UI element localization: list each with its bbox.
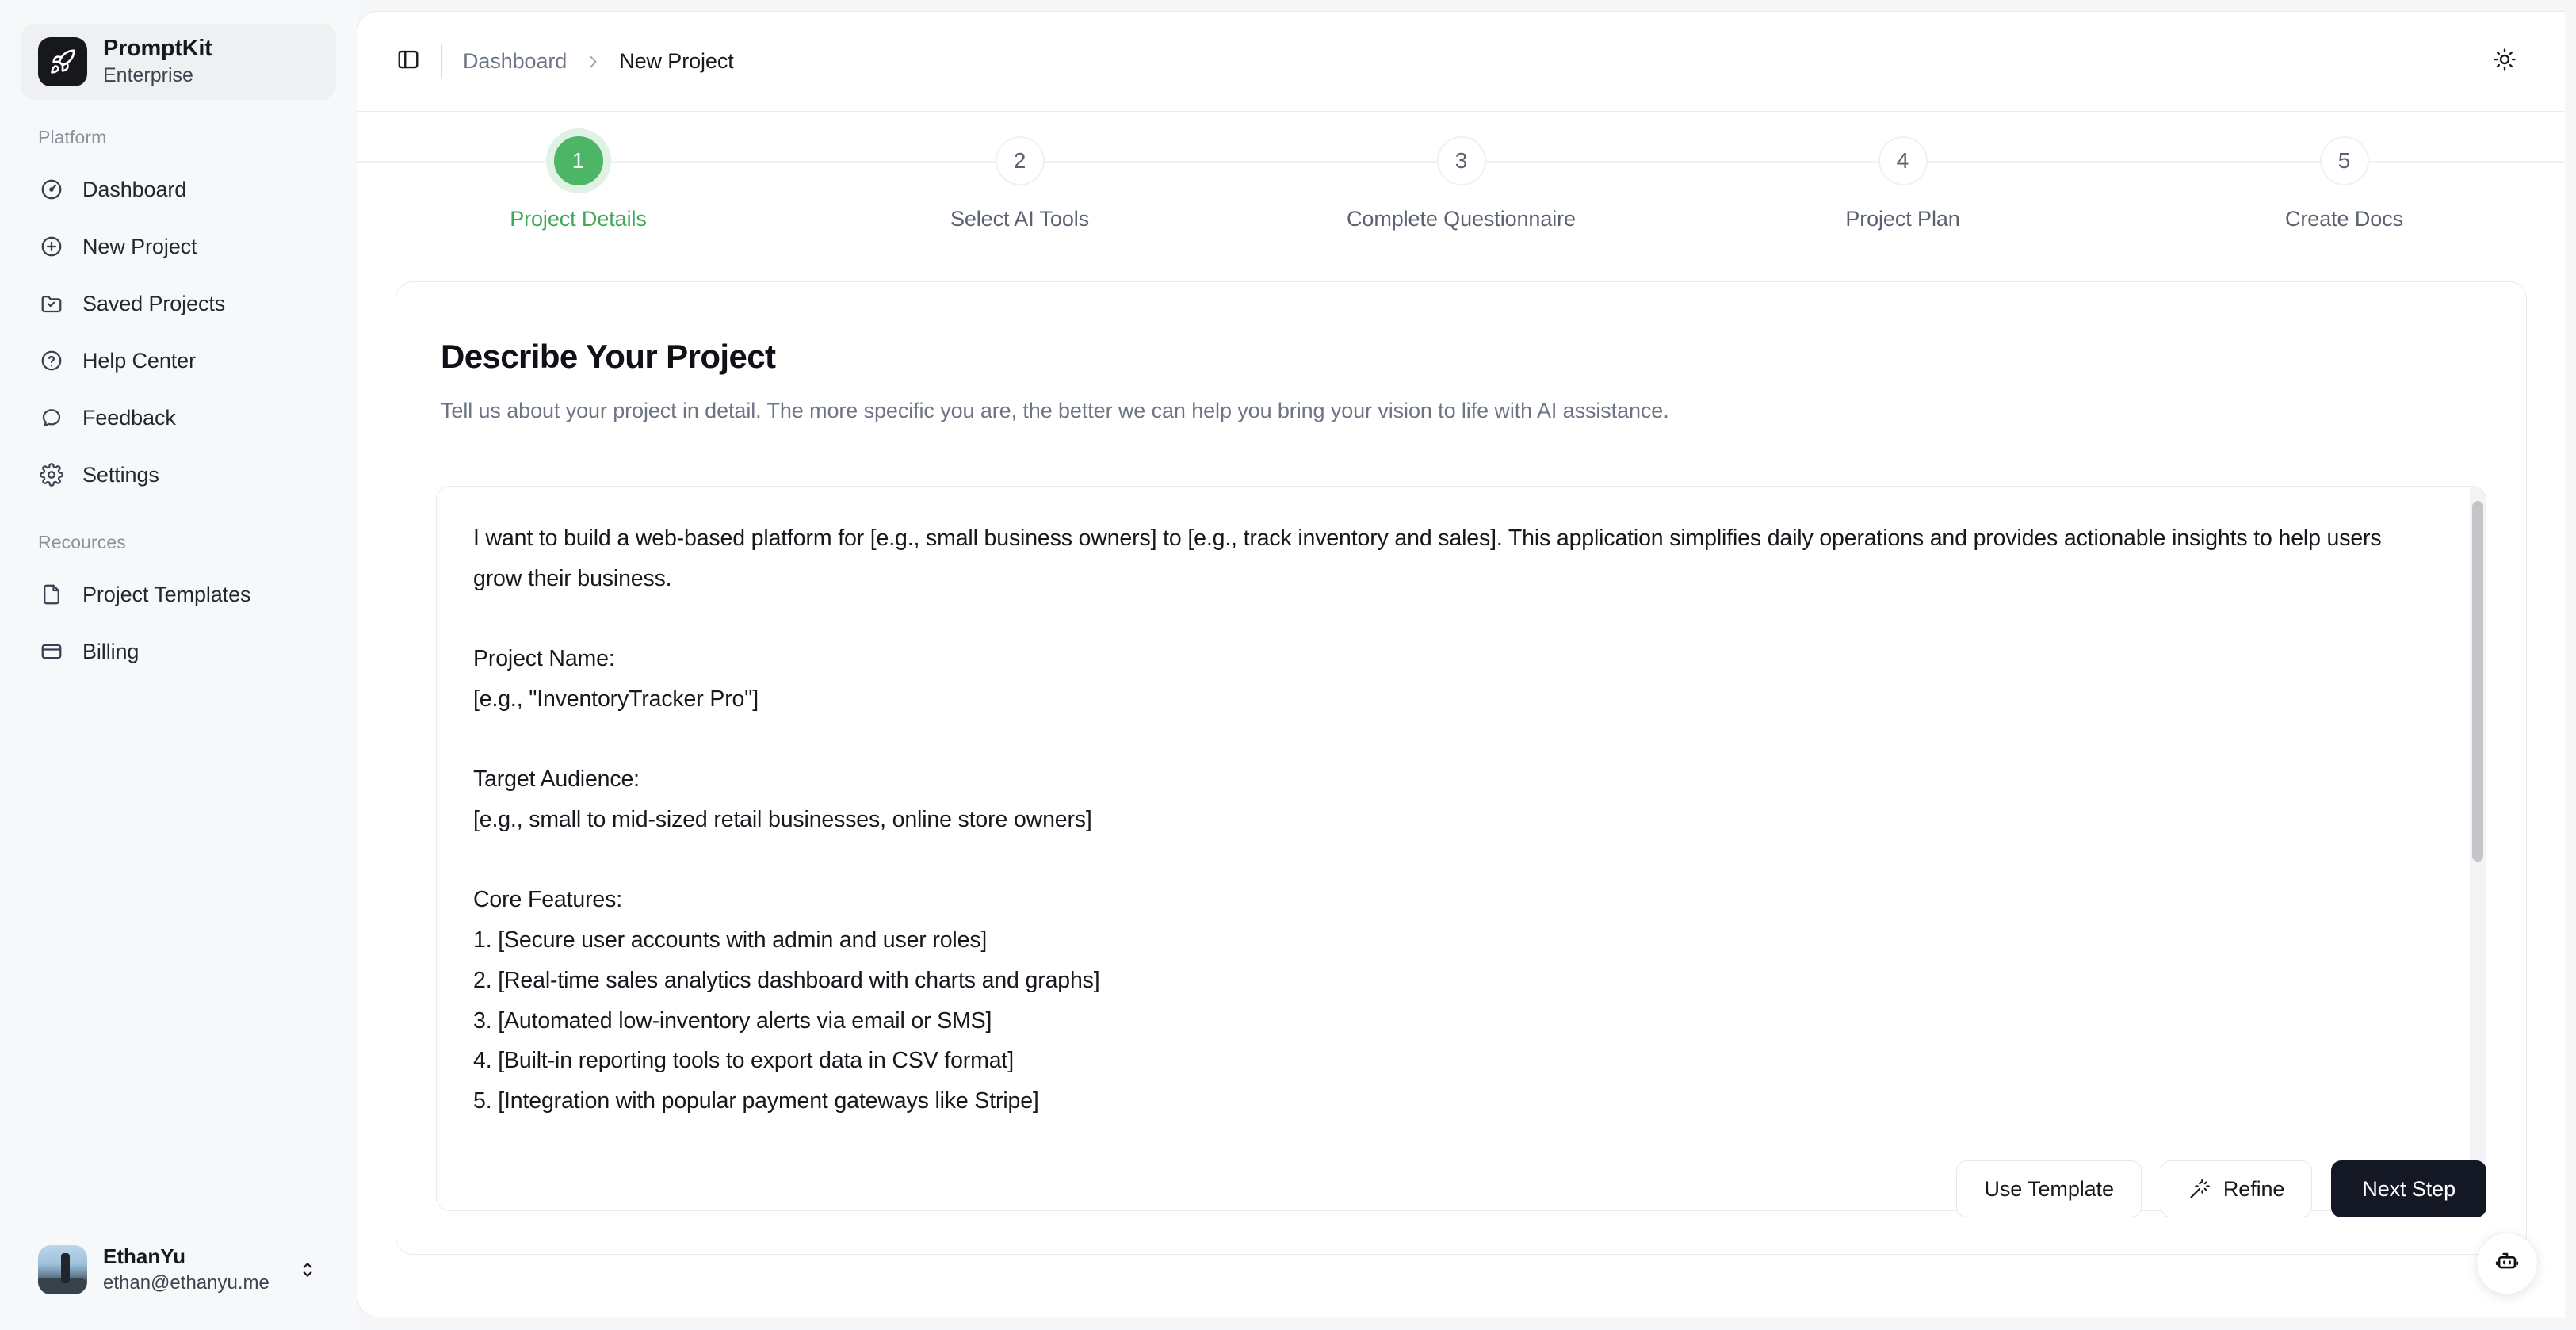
breadcrumb-dashboard-link[interactable]: Dashboard xyxy=(463,49,567,74)
textarea-scrollbar-thumb[interactable] xyxy=(2472,501,2483,862)
nav-section-label-platform: Platform xyxy=(38,127,107,147)
stepper-steps: 1 Project Details 2 Select AI Tools 3 Co… xyxy=(357,112,2565,231)
stepper-step-5[interactable]: 5 Create Docs xyxy=(2123,112,2565,231)
project-description-textarea[interactable]: I want to build a web-based platform for… xyxy=(436,486,2486,1211)
avatar xyxy=(38,1245,87,1294)
sidebar-item-label: Help Center xyxy=(82,348,196,373)
sidebar-item-new-project[interactable]: New Project xyxy=(0,218,357,275)
step-label: Project Details xyxy=(510,207,647,231)
gauge-icon xyxy=(38,176,65,203)
folder-check-icon xyxy=(38,290,65,317)
breadcrumb: Dashboard New Project xyxy=(463,49,734,74)
sidebar-item-billing[interactable]: Billing xyxy=(0,623,357,680)
progress-stepper: 1 Project Details 2 Select AI Tools 3 Co… xyxy=(357,112,2565,262)
main-panel: Dashboard New Project 1 Project Details … xyxy=(357,11,2565,1317)
sidebar-item-help-center[interactable]: Help Center xyxy=(0,332,357,389)
sidebar-item-label: Billing xyxy=(82,639,140,663)
step-number-badge: 5 xyxy=(2319,136,2369,185)
chevron-right-icon xyxy=(584,53,602,71)
sidebar-item-label: Saved Projects xyxy=(82,291,226,315)
stepper-step-2[interactable]: 2 Select AI Tools xyxy=(799,112,1240,231)
sidebar-item-saved-projects[interactable]: Saved Projects xyxy=(0,275,357,332)
step-label: Create Docs xyxy=(2285,207,2403,231)
refine-label: Refine xyxy=(2222,1176,2285,1201)
brand-workspace-switcher[interactable]: PromptKit Enterprise xyxy=(21,24,336,100)
sidebar-item-label: Feedback xyxy=(82,405,176,430)
question-circle-icon xyxy=(38,347,65,374)
sun-icon xyxy=(2493,48,2517,75)
sidebar-item-dashboard[interactable]: Dashboard xyxy=(0,161,357,218)
topbar: Dashboard New Project xyxy=(357,12,2565,112)
magic-wand-icon xyxy=(2188,1178,2211,1200)
plus-circle-icon xyxy=(38,233,65,260)
file-icon xyxy=(38,581,65,608)
describe-project-card: Describe Your Project Tell us about your… xyxy=(396,281,2527,1255)
sidebar-item-label: Project Templates xyxy=(82,582,251,606)
panel-left-icon xyxy=(396,48,420,75)
user-email: ethan@ethanyu.me xyxy=(103,1272,269,1294)
robot-icon xyxy=(2494,1248,2521,1279)
brand-name: PromptKit xyxy=(103,35,212,61)
sidebar-item-label: Dashboard xyxy=(82,177,187,201)
user-name: EthanYu xyxy=(103,1244,186,1268)
step-number-badge: 2 xyxy=(995,136,1045,185)
nav-section-platform: Platform Dashboard New Project Saved Pro… xyxy=(0,127,357,503)
next-step-button[interactable]: Next Step xyxy=(2331,1160,2486,1217)
use-template-label: Use Template xyxy=(1984,1176,2114,1201)
breadcrumb-current-page: New Project xyxy=(619,49,734,73)
page-title: Describe Your Project xyxy=(441,338,776,375)
step-label: Complete Questionnaire xyxy=(1347,207,1576,231)
step-number-badge: 3 xyxy=(1436,136,1486,185)
step-label: Select AI Tools xyxy=(950,207,1090,231)
use-template-button[interactable]: Use Template xyxy=(1956,1160,2142,1217)
textarea-scrollbar[interactable] xyxy=(2470,487,2486,1210)
theme-toggle-button[interactable] xyxy=(2482,40,2527,84)
page-subtitle: Tell us about your project in detail. Th… xyxy=(441,399,1669,422)
next-step-label: Next Step xyxy=(2362,1176,2456,1201)
sidebar-item-feedback[interactable]: Feedback xyxy=(0,389,357,446)
sidebar-toggle-button[interactable] xyxy=(386,40,430,84)
brand-plan: Enterprise xyxy=(103,64,193,87)
sidebar: PromptKit Enterprise Platform Dashboard … xyxy=(0,0,357,1330)
nav-section-label-recources: Recources xyxy=(38,532,126,552)
sidebar-item-project-templates[interactable]: Project Templates xyxy=(0,566,357,623)
user-account-switcher[interactable]: EthanYu ethan@ethanyu.me xyxy=(21,1229,336,1311)
step-number-badge: 4 xyxy=(1878,136,1928,185)
stepper-step-4[interactable]: 4 Project Plan xyxy=(1682,112,2123,231)
step-number-badge: 1 xyxy=(553,136,603,185)
step-label: Project Plan xyxy=(1845,207,1960,231)
ai-assistant-button[interactable] xyxy=(2476,1233,2538,1294)
chevron-up-down-icon xyxy=(296,1259,319,1280)
sidebar-item-label: Settings xyxy=(82,462,159,487)
sidebar-item-label: New Project xyxy=(82,234,197,258)
stepper-step-3[interactable]: 3 Complete Questionnaire xyxy=(1240,112,1682,231)
project-description-text[interactable]: I want to build a web-based platform for… xyxy=(437,487,2470,1210)
chat-bubble-icon xyxy=(38,404,65,431)
rocket-icon xyxy=(38,37,87,86)
topbar-divider xyxy=(441,44,442,79)
sidebar-item-settings[interactable]: Settings xyxy=(0,446,357,503)
nav-section-recources: Recources Project Templates Billing xyxy=(0,532,357,680)
credit-card-icon xyxy=(38,638,65,665)
gear-icon xyxy=(38,461,65,488)
stepper-step-1[interactable]: 1 Project Details xyxy=(357,112,799,231)
card-action-bar: Use Template Refine Next Step xyxy=(1956,1160,2486,1217)
refine-button[interactable]: Refine xyxy=(2160,1160,2313,1217)
